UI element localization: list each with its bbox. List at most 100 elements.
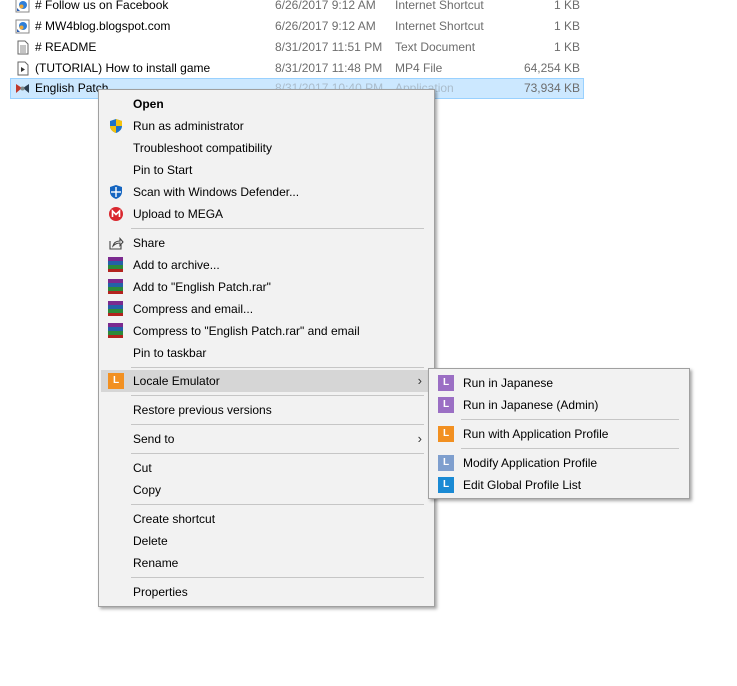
menu-item-label: Restore previous versions [133, 403, 272, 417]
menu-item-label: Send to [133, 432, 175, 446]
submenu-item-label: Run in Japanese [463, 376, 554, 390]
submenu-item-run-with-application-profile[interactable]: L Run with Application Profile [431, 423, 687, 445]
menu-item-label: Create shortcut [133, 512, 216, 526]
text-document-icon [15, 40, 30, 55]
file-type: Internet Shortcut [395, 19, 484, 33]
file-type: Internet Shortcut [395, 0, 484, 12]
menu-item-upload-to-mega[interactable]: Upload to MEGA [101, 203, 432, 225]
menu-item-label: Locale Emulator [133, 374, 220, 388]
file-row[interactable]: # Follow us on Facebook 6/26/2017 9:12 A… [10, 0, 584, 16]
file-name: # README [35, 40, 97, 54]
locale-emulator-submenu: L Run in Japanese L Run in Japanese (Adm… [428, 368, 690, 499]
menu-separator [131, 424, 424, 425]
menu-item-label: Delete [133, 534, 168, 548]
menu-item-compress-and-email[interactable]: Compress and email... [101, 298, 432, 320]
menu-item-troubleshoot-compatibility[interactable]: Troubleshoot compatibility [101, 137, 432, 159]
menu-item-scan-windows-defender[interactable]: Scan with Windows Defender... [101, 181, 432, 203]
submenu-item-label: Run in Japanese (Admin) [463, 398, 599, 412]
menu-item-send-to[interactable]: Send to › [101, 428, 432, 450]
menu-item-rename[interactable]: Rename [101, 552, 432, 574]
menu-separator [131, 228, 424, 229]
chevron-right-icon: › [417, 431, 422, 446]
windows-defender-icon [108, 184, 124, 200]
file-size: 1 KB [553, 40, 580, 54]
file-size: 1 KB [553, 19, 580, 33]
locale-emulator-icon: L [438, 477, 454, 493]
context-menu: Open Run as administrator Troubleshoot c… [98, 89, 435, 607]
winrar-icon [108, 323, 124, 339]
file-name: # Follow us on Facebook [35, 0, 169, 12]
menu-item-label: Pin to Start [133, 163, 193, 177]
locale-emulator-icon: L [438, 375, 454, 391]
menu-item-add-to-rar[interactable]: Add to "English Patch.rar" [101, 276, 432, 298]
locale-emulator-icon: L [108, 373, 124, 389]
menu-separator [131, 395, 424, 396]
menu-item-label: Pin to taskbar [133, 346, 207, 360]
menu-item-compress-to-rar-and-email[interactable]: Compress to "English Patch.rar" and emai… [101, 320, 432, 342]
menu-item-label: Troubleshoot compatibility [133, 141, 272, 155]
submenu-item-run-in-japanese-admin[interactable]: L Run in Japanese (Admin) [431, 394, 687, 416]
menu-item-restore-previous-versions[interactable]: Restore previous versions [101, 399, 432, 421]
submenu-item-modify-application-profile[interactable]: L Modify Application Profile [431, 452, 687, 474]
locale-emulator-icon: L [438, 426, 454, 442]
submenu-item-label: Modify Application Profile [463, 456, 598, 470]
menu-item-label: Run as administrator [133, 119, 244, 133]
menu-item-add-to-archive[interactable]: Add to archive... [101, 254, 432, 276]
locale-emulator-icon: L [438, 397, 454, 413]
menu-separator [131, 577, 424, 578]
menu-item-label: Upload to MEGA [133, 207, 224, 221]
share-icon [108, 235, 124, 251]
file-date: 8/31/2017 11:51 PM [275, 40, 383, 54]
file-row[interactable]: # MW4blog.blogspot.com 6/26/2017 9:12 AM… [10, 16, 584, 37]
submenu-item-edit-global-profile-list[interactable]: L Edit Global Profile List [431, 474, 687, 496]
file-name: (TUTORIAL) How to install game [35, 61, 211, 75]
menu-item-share[interactable]: Share [101, 232, 432, 254]
menu-item-delete[interactable]: Delete [101, 530, 432, 552]
submenu-item-label: Edit Global Profile List [463, 478, 582, 492]
submenu-item-label: Run with Application Profile [463, 427, 609, 441]
mega-icon [108, 206, 124, 222]
menu-item-label: Properties [133, 585, 188, 599]
menu-separator [461, 448, 679, 449]
menu-separator [131, 367, 424, 368]
menu-item-pin-to-start[interactable]: Pin to Start [101, 159, 432, 181]
menu-item-label: Cut [133, 461, 152, 475]
file-size: 1 KB [553, 0, 580, 12]
menu-item-label: Share [133, 236, 166, 250]
file-size: 73,934 KB [523, 81, 580, 95]
winrar-icon [108, 279, 124, 295]
menu-item-cut[interactable]: Cut [101, 457, 432, 479]
submenu-item-run-in-japanese[interactable]: L Run in Japanese [431, 372, 687, 394]
winrar-icon [108, 301, 124, 317]
file-date: 8/31/2017 11:48 PM [275, 61, 383, 75]
internet-shortcut-icon [15, 0, 30, 13]
menu-item-label: Compress to "English Patch.rar" and emai… [133, 324, 360, 338]
chevron-right-icon: › [417, 373, 422, 388]
uac-shield-icon [108, 118, 124, 134]
menu-item-create-shortcut[interactable]: Create shortcut [101, 508, 432, 530]
winrar-icon [108, 257, 124, 273]
menu-item-label: Open [133, 97, 164, 111]
menu-item-label: Compress and email... [133, 302, 254, 316]
menu-item-properties[interactable]: Properties [101, 581, 432, 603]
file-type: MP4 File [395, 61, 443, 75]
file-date: 6/26/2017 9:12 AM [275, 0, 376, 12]
locale-emulator-icon: L [438, 455, 454, 471]
file-row[interactable]: (TUTORIAL) How to install game 8/31/2017… [10, 58, 584, 79]
menu-separator [131, 453, 424, 454]
menu-item-copy[interactable]: Copy [101, 479, 432, 501]
menu-item-locale-emulator[interactable]: L Locale Emulator › [101, 370, 432, 392]
application-icon [15, 81, 30, 96]
file-size: 64,254 KB [523, 61, 580, 75]
menu-item-open[interactable]: Open [101, 93, 432, 115]
file-date: 6/26/2017 9:12 AM [275, 19, 376, 33]
file-name: # MW4blog.blogspot.com [35, 19, 171, 33]
menu-item-run-as-administrator[interactable]: Run as administrator [101, 115, 432, 137]
file-row[interactable]: # README 8/31/2017 11:51 PM Text Documen… [10, 37, 584, 58]
file-type: Text Document [395, 40, 476, 54]
menu-item-label: Add to archive... [133, 258, 220, 272]
menu-item-pin-to-taskbar[interactable]: Pin to taskbar [101, 342, 432, 364]
video-file-icon [15, 61, 30, 76]
menu-item-label: Copy [133, 483, 162, 497]
menu-item-label: Add to "English Patch.rar" [133, 280, 271, 294]
